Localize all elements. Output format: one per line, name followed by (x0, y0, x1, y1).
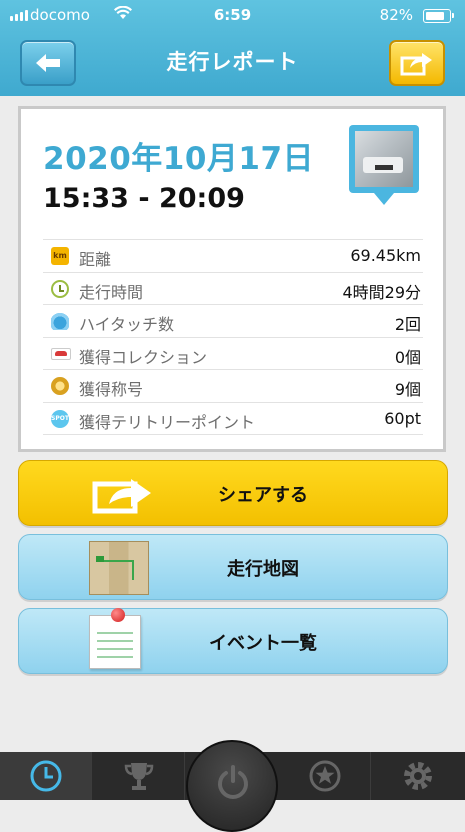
stat-row-high-fives: ハイタッチ数 2回 (43, 305, 423, 338)
history-clock-icon (30, 760, 61, 792)
high-five-icon (51, 312, 69, 330)
stat-value: 69.45km (350, 246, 421, 265)
tab-settings[interactable] (372, 752, 464, 800)
stat-row-collection: 獲得コレクション 0個 (43, 338, 423, 370)
share-button-label: シェアする (218, 485, 308, 506)
report-card: 2020年10月17日 15:33 - 20:09 km 距離 69.45km … (18, 106, 446, 452)
trophy-icon (124, 763, 153, 790)
stat-value: 2回 (394, 315, 421, 334)
share-button[interactable]: シェアする (18, 460, 448, 526)
stat-row-titles: 獲得称号 9個 (43, 370, 423, 403)
stat-value: 4時間29分 (342, 282, 421, 302)
medal-icon (51, 377, 69, 395)
stat-value: 60pt (384, 408, 421, 428)
star-icon (309, 760, 340, 792)
drive-map-button-label: 走行地図 (227, 559, 299, 580)
stat-value: 9個 (394, 380, 421, 399)
stat-label: 獲得テリトリーポイント (79, 412, 256, 432)
stat-label: 獲得称号 (79, 380, 144, 399)
event-list-button[interactable]: イベント一覧 (18, 608, 448, 674)
battery-icon (423, 9, 454, 23)
header-bar: docomo 6:59 82% 走行レポート (0, 0, 465, 96)
km-icon: km (51, 247, 69, 265)
clock-icon (51, 279, 69, 298)
share-arrow-icon (400, 53, 432, 76)
report-time-range: 15:33 - 20:09 (43, 183, 245, 214)
event-list-button-label: イベント一覧 (209, 633, 317, 654)
stat-label: ハイタッチ数 (79, 315, 175, 334)
stat-label: 獲得コレクション (79, 347, 208, 367)
car-icon (51, 347, 71, 360)
status-bar: docomo 6:59 82% (0, 0, 465, 32)
drive-map-button[interactable]: 走行地図 (18, 534, 448, 600)
pin-pointer-icon (374, 193, 394, 205)
car-photo (355, 131, 413, 187)
tab-history[interactable] (0, 752, 92, 800)
stat-row-drive-time: 走行時間 4時間29分 (43, 273, 423, 305)
spot-icon: SPOT (51, 409, 69, 428)
battery-percent: 82% (379, 6, 413, 24)
car-photo-pin[interactable] (349, 125, 419, 205)
stat-label: 距離 (79, 250, 112, 269)
power-icon (218, 765, 248, 799)
gear-icon (404, 762, 432, 790)
tab-favorites[interactable] (279, 752, 371, 800)
power-button[interactable] (186, 740, 278, 832)
share-header-button[interactable] (389, 40, 445, 86)
tab-trophy[interactable] (93, 752, 185, 800)
stat-row-territory: SPOT 獲得テリトリーポイント 60pt (43, 403, 423, 435)
stat-row-distance: km 距離 69.45km (43, 240, 423, 273)
stat-value: 0個 (394, 347, 421, 367)
stats-list: km 距離 69.45km 走行時間 4時間29分 ハイタッチ数 2回 獲得コレ… (43, 239, 423, 435)
report-date: 2020年10月17日 (43, 141, 315, 177)
stat-label: 走行時間 (79, 282, 144, 302)
